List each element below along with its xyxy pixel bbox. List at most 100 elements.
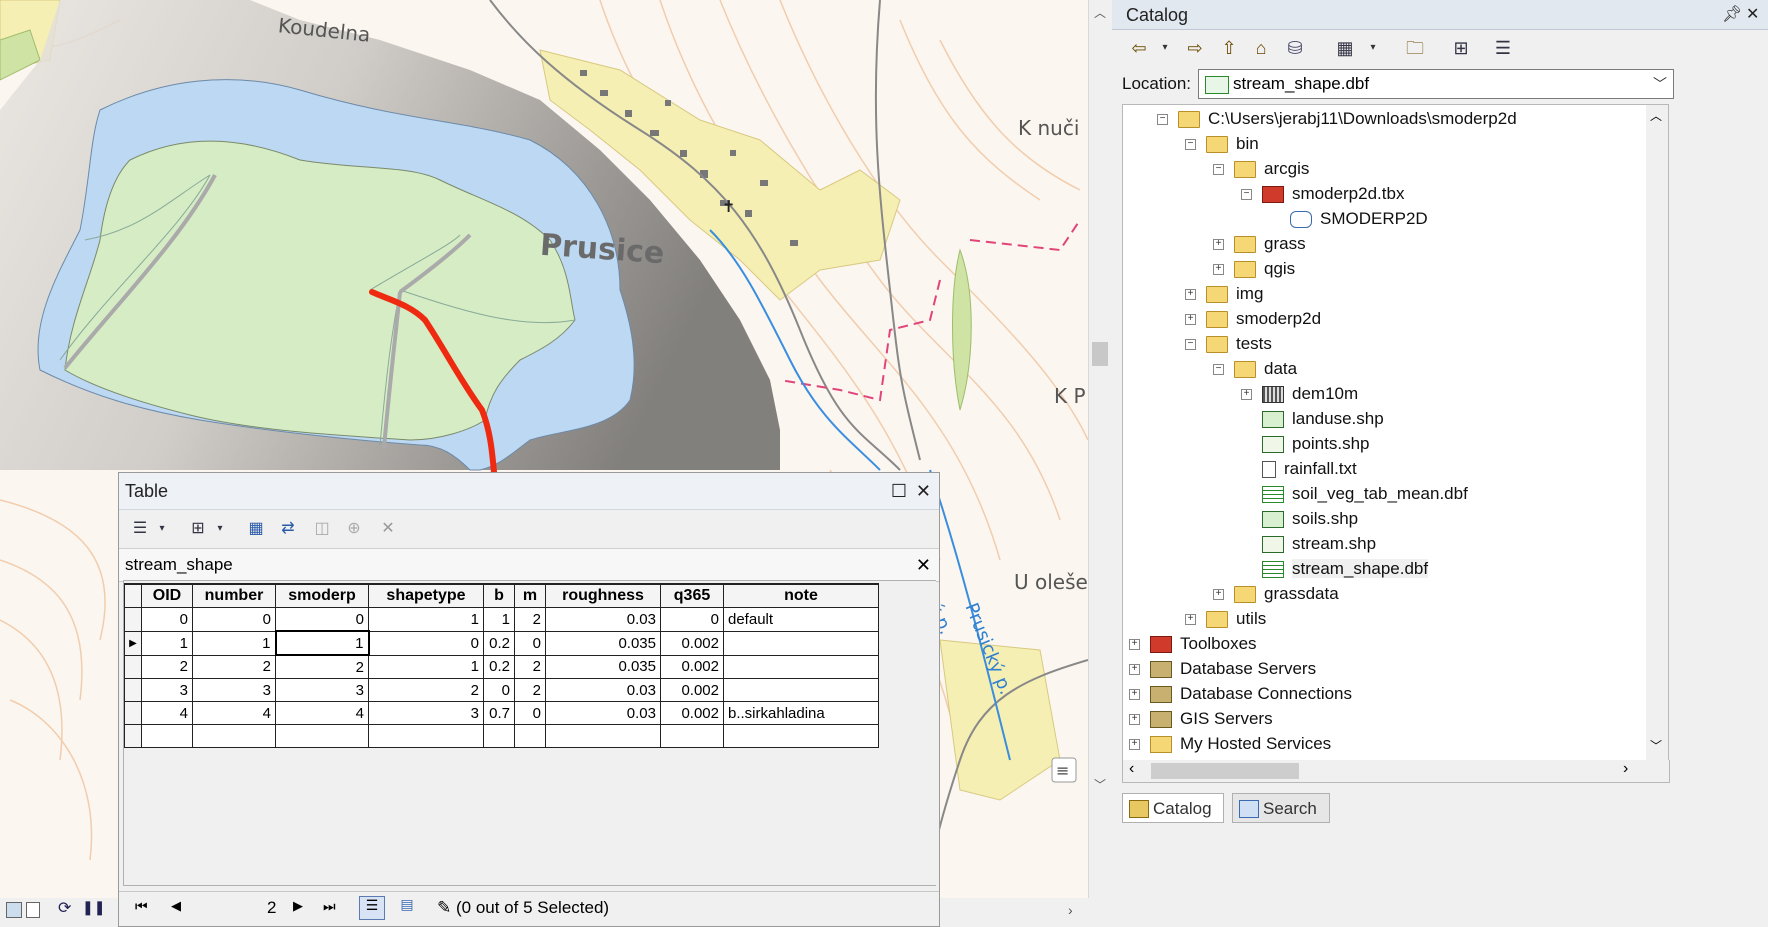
home-icon[interactable]: ⌂ [1248,36,1274,60]
cell-m[interactable]: 0 [514,630,546,656]
cell-oid[interactable]: 0 [141,607,193,632]
close-icon[interactable]: ✕ [916,473,931,509]
row-selector-header[interactable] [124,583,142,608]
views-icon[interactable]: ▦ [1332,36,1358,60]
cell-b[interactable]: 0.2 [483,654,515,679]
tree-item[interactable]: + dem10m [1241,381,1358,406]
scroll-down-icon[interactable]: ﹀ [1094,776,1106,793]
layout-view-icon[interactable] [26,902,40,918]
cell-number[interactable]: 0 [192,607,276,632]
scroll-up-icon[interactable]: ︿ [1650,107,1662,124]
cell-m[interactable]: 2 [514,607,546,632]
cell-number[interactable]: 1 [192,630,276,656]
tree-item[interactable]: soil_veg_tab_mean.dbf [1241,481,1468,506]
switch-selection-icon[interactable]: ⇄ [277,519,299,539]
select-by-attributes-icon[interactable]: ▦ [245,519,267,539]
maximize-icon[interactable]: ☐ [891,473,907,509]
expand-icon[interactable]: + [1213,589,1224,601]
table-row[interactable]: 3 3 3 2 0 2 0.03 0.002 [124,678,879,702]
close-tab-icon[interactable]: ✕ [916,549,931,581]
cell-number[interactable]: 2 [192,654,276,679]
expand-icon[interactable]: + [1185,289,1196,301]
current-row-indicator-icon[interactable]: ▶ [124,630,142,656]
tree-item[interactable]: points.shp [1241,431,1370,456]
cell-oid[interactable]: 3 [141,678,193,702]
tab-search[interactable]: Search [1232,793,1330,823]
cell-oid[interactable]: 2 [141,654,193,679]
expand-icon[interactable]: + [1129,714,1140,726]
data-view-icon[interactable] [6,902,22,918]
next-record-icon[interactable]: ▶ [293,898,303,914]
column-header-m[interactable]: m [514,583,546,608]
row-selector[interactable] [124,607,142,632]
cell-note[interactable] [723,654,879,679]
cell-roughness[interactable]: 0.035 [545,630,661,656]
collapse-icon[interactable]: − [1185,339,1196,351]
up-one-level-icon[interactable]: ⇧ [1216,36,1242,60]
connect-folder-icon[interactable]: 🗀︎ [1402,36,1428,60]
expand-icon[interactable]: + [1129,739,1140,751]
empty-cell[interactable] [275,724,369,748]
refresh-icon[interactable]: ⟳ [58,898,71,918]
cell-roughness[interactable]: 0.03 [545,678,661,702]
cell-q365[interactable]: 0.002 [660,701,724,725]
tree-item[interactable]: stream.shp [1241,531,1376,556]
cell-b[interactable]: 0.7 [483,701,515,725]
collapse-icon[interactable]: − [1213,364,1224,376]
cell-m[interactable]: 2 [514,678,546,702]
cell-b[interactable]: 0.2 [483,630,515,656]
cell-shapetype[interactable]: 3 [368,701,484,725]
cell-note[interactable] [723,630,879,656]
tree-item[interactable]: − C:\Users\jerabj11\Downloads\smoderp2d [1157,106,1517,131]
current-record-field[interactable]: 2 [267,898,276,918]
previous-record-icon[interactable]: ◀ [171,898,181,914]
tree-item[interactable]: + My Hosted Services [1129,731,1331,756]
expand-icon[interactable]: + [1129,664,1140,676]
catalog-hscroll-thumb[interactable] [1151,763,1299,779]
cell-smoderp-active[interactable]: 1 [274,630,370,656]
map-horizontal-scrollbar[interactable]: › [940,898,1112,927]
map-vertical-scrollbar[interactable]: ︿ ﹀ [1088,0,1113,900]
column-header-shapetype[interactable]: shapetype [368,583,484,608]
forward-icon[interactable]: ⇨ [1182,36,1208,60]
collapse-icon[interactable]: − [1213,164,1224,176]
cell-note[interactable]: default [723,607,879,632]
tree-item[interactable]: rainfall.txt [1241,456,1357,481]
table-window-titlebar[interactable]: Table ☐ ✕ [119,473,939,510]
row-selector[interactable] [124,724,142,748]
cell-number[interactable]: 3 [192,678,276,702]
row-selector[interactable] [124,701,142,725]
table-row[interactable]: 2 2 2 1 0.2 2 0.035 0.002 [124,654,879,679]
catalog-titlebar[interactable]: Catalog 📌︎ ✕ [1112,0,1768,30]
cell-q365[interactable]: 0.002 [660,654,724,679]
location-combobox[interactable]: stream_shape.dbf ﹀ [1198,69,1674,99]
tree-item[interactable]: + Database Servers [1129,656,1316,681]
column-header-roughness[interactable]: roughness [545,583,661,608]
empty-cell[interactable] [514,724,546,748]
table-row[interactable]: ▶ 1 1 1 0 0.2 0 0.035 0.002 [124,630,879,656]
expand-icon[interactable]: + [1129,689,1140,701]
cell-smoderp[interactable]: 2 [275,654,369,679]
scroll-left-icon[interactable]: ‹ [1129,760,1134,778]
table-row[interactable]: 4 4 4 3 0.7 0 0.03 0.002 b..sirkahladina [124,701,879,725]
empty-cell[interactable] [141,724,193,748]
empty-cell[interactable] [660,724,724,748]
first-record-icon[interactable]: ⏮ [135,898,148,915]
dropdown-arrow-icon[interactable]: ▾ [151,519,173,539]
tree-item[interactable]: + utils [1185,606,1266,631]
pause-icon[interactable]: ❚❚ [82,899,105,916]
tree-item[interactable]: + smoderp2d [1185,306,1321,331]
cell-q365[interactable]: 0.002 [660,630,724,656]
collapse-icon[interactable]: − [1185,139,1196,151]
expand-icon[interactable]: + [1241,389,1252,401]
clear-selection-icon[interactable]: ◫ [311,519,333,539]
cell-roughness[interactable]: 0.03 [545,701,661,725]
tree-item[interactable]: + img [1185,281,1263,306]
table-options-icon[interactable]: ☰ [129,519,151,539]
empty-cell[interactable] [368,724,484,748]
map-scroll-thumb[interactable] [1092,342,1108,366]
column-header-note[interactable]: note [723,583,879,608]
column-header-smoderp[interactable]: smoderp [275,583,369,608]
expand-icon[interactable]: + [1213,239,1224,251]
catalog-vertical-scrollbar[interactable]: ︿ ﹀ [1646,104,1669,762]
